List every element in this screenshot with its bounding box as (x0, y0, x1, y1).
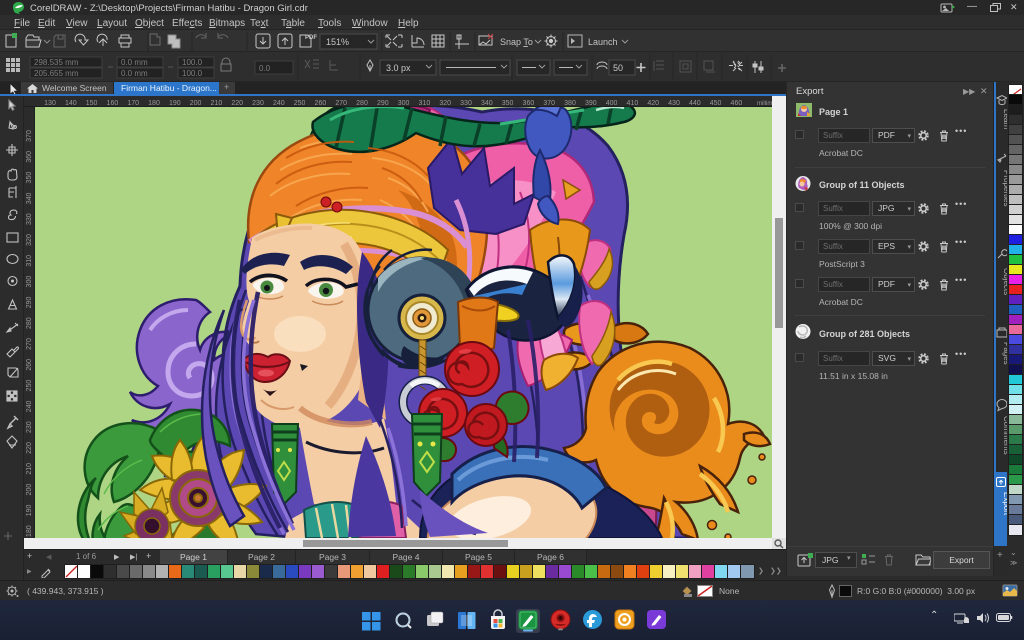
svg-text:3.0 px: 3.0 px (386, 63, 411, 73)
svg-text:0.0 mm: 0.0 mm (121, 69, 148, 78)
svg-text:205.655 mm: 205.655 mm (34, 69, 79, 78)
svg-text:270: 270 (26, 338, 33, 350)
svg-text:260: 260 (26, 359, 33, 371)
svg-text:220: 220 (26, 442, 33, 454)
svg-text:250: 250 (294, 100, 306, 107)
svg-text:320: 320 (26, 234, 33, 246)
svg-text:440: 440 (689, 100, 701, 107)
svg-text:300: 300 (26, 276, 33, 288)
svg-text:330: 330 (26, 213, 33, 225)
svg-text:180: 180 (148, 100, 160, 107)
svg-text:100.0: 100.0 (182, 69, 203, 78)
svg-text:150: 150 (86, 100, 98, 107)
svg-text:400: 400 (606, 100, 618, 107)
svg-text:390: 390 (585, 100, 597, 107)
svg-text:230: 230 (252, 100, 264, 107)
svg-text:Launch: Launch (588, 37, 618, 47)
svg-text:140: 140 (65, 100, 77, 107)
svg-text:151%: 151% (326, 37, 349, 47)
svg-text:350: 350 (26, 172, 33, 184)
svg-text:180: 180 (26, 525, 33, 537)
svg-text:420: 420 (647, 100, 659, 107)
svg-text:240: 240 (273, 100, 285, 107)
svg-text:350: 350 (502, 100, 514, 107)
svg-text:340: 340 (481, 100, 493, 107)
svg-text:460: 460 (731, 100, 743, 107)
svg-text:130: 130 (44, 100, 56, 107)
svg-text:250: 250 (26, 380, 33, 392)
svg-text:210: 210 (26, 463, 33, 475)
svg-text:210: 210 (211, 100, 223, 107)
svg-text:260: 260 (315, 100, 327, 107)
svg-text:310: 310 (419, 100, 431, 107)
svg-text:PDF: PDF (305, 35, 317, 41)
svg-text:240: 240 (26, 400, 33, 412)
svg-text:190: 190 (26, 504, 33, 516)
svg-text:200: 200 (190, 100, 202, 107)
svg-text:330: 330 (460, 100, 472, 107)
svg-text:190: 190 (169, 100, 181, 107)
svg-text:360: 360 (523, 100, 535, 107)
svg-text:200: 200 (26, 484, 33, 496)
svg-text:0.0 mm: 0.0 mm (121, 58, 148, 67)
svg-text:380: 380 (564, 100, 576, 107)
svg-text:100.0: 100.0 (182, 58, 203, 67)
svg-text:410: 410 (627, 100, 639, 107)
svg-text:0.0: 0.0 (259, 64, 271, 73)
svg-text:170: 170 (127, 100, 139, 107)
svg-text:320: 320 (439, 100, 451, 107)
svg-text:270: 270 (335, 100, 347, 107)
svg-text:360: 360 (26, 151, 33, 163)
svg-text:370: 370 (26, 130, 33, 142)
svg-text:370: 370 (543, 100, 555, 107)
svg-text:430: 430 (668, 100, 680, 107)
svg-text:290: 290 (26, 296, 33, 308)
svg-text:450: 450 (710, 100, 722, 107)
svg-text:Snap To: Snap To (500, 37, 533, 47)
svg-text:300: 300 (398, 100, 410, 107)
svg-text:160: 160 (107, 100, 119, 107)
svg-text:290: 290 (377, 100, 389, 107)
svg-text:280: 280 (26, 317, 33, 329)
svg-text:50: 50 (613, 63, 623, 73)
svg-text:298.535 mm: 298.535 mm (34, 58, 79, 67)
svg-text:340: 340 (26, 192, 33, 204)
svg-text:230: 230 (26, 421, 33, 433)
svg-text:310: 310 (26, 255, 33, 267)
svg-text:280: 280 (356, 100, 368, 107)
svg-text:220: 220 (231, 100, 243, 107)
